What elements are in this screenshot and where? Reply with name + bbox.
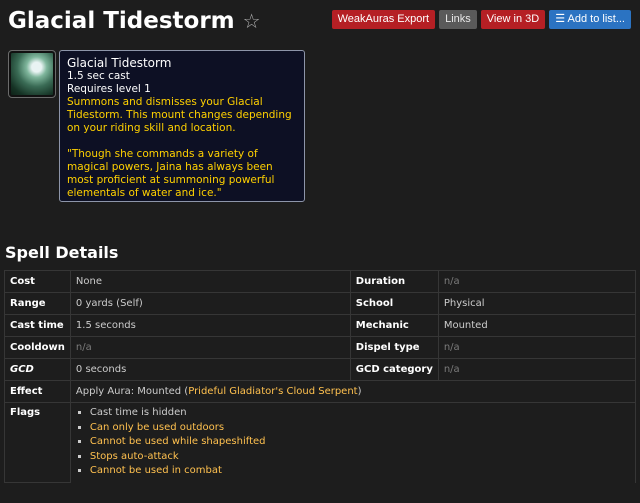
- add-to-list-label: Add to list...: [567, 13, 625, 25]
- table-row: Effect Apply Aura: Mounted (Prideful Gla…: [4, 380, 637, 403]
- tooltip-spell-name: Glacial Tidestorm: [67, 56, 172, 70]
- flags-value: Cast time is hidden Can only be used out…: [69, 402, 637, 483]
- gcd-category-value: n/a: [437, 358, 637, 381]
- cost-value: None: [69, 270, 351, 293]
- flag-item: Can only be used outdoors: [90, 421, 630, 436]
- mechanic-label: Mechanic: [349, 314, 439, 337]
- effect-prefix: Apply Aura: Mounted (: [75, 386, 189, 397]
- range-label: Range: [4, 292, 71, 315]
- school-value: Physical: [437, 292, 637, 315]
- cooldown-label: Cooldown: [4, 336, 71, 359]
- spell-details-table: Cost None Duration n/a Range 0 yards (Se…: [4, 270, 637, 483]
- table-row: Range 0 yards (Self) School Physical: [4, 292, 637, 315]
- table-row: Cost None Duration n/a: [4, 270, 637, 293]
- page-title: Glacial Tidestorm ☆: [8, 8, 261, 34]
- effect-link[interactable]: Prideful Gladiator's Cloud Serpent: [188, 386, 357, 397]
- tooltip-flavor-text: "Though she commands a variety of magica…: [67, 148, 275, 199]
- cast-time-label: Cast time: [4, 314, 71, 337]
- weakauras-export-button[interactable]: WeakAuras Export: [331, 10, 436, 29]
- table-row: GCD 0 seconds GCD category n/a: [4, 358, 637, 381]
- favorite-star-icon[interactable]: ☆: [243, 9, 261, 33]
- effect-value: Apply Aura: Mounted (Prideful Gladiator'…: [69, 380, 637, 403]
- gcd-value: 0 seconds: [69, 358, 351, 381]
- tooltip-cast-time: 1.5 sec cast: [67, 70, 130, 82]
- cost-label: Cost: [4, 270, 71, 293]
- spell-title: Glacial Tidestorm: [8, 8, 235, 34]
- flags-list: Cast time is hidden Can only be used out…: [76, 406, 630, 479]
- gcd-category-label: GCD category: [349, 358, 439, 381]
- flag-item: Cannot be used in combat: [90, 464, 630, 479]
- duration-label: Duration: [349, 270, 439, 293]
- section-title-spell-details: Spell Details: [5, 243, 119, 262]
- gcd-label: GCD: [4, 358, 71, 381]
- spell-tooltip: Glacial Tidestorm 1.5 sec cast Requires …: [59, 50, 305, 202]
- table-row: Cooldown n/a Dispel type n/a: [4, 336, 637, 359]
- links-button[interactable]: Links: [439, 10, 477, 29]
- school-label: School: [349, 292, 439, 315]
- add-to-list-button[interactable]: ☰ Add to list...: [549, 10, 631, 29]
- flag-item: Stops auto-attack: [90, 450, 630, 465]
- list-icon: ☰: [555, 13, 566, 25]
- table-row: Cast time 1.5 seconds Mechanic Mounted: [4, 314, 637, 337]
- tooltip-requires-level: Requires level 1: [67, 83, 151, 95]
- mechanic-value: Mounted: [437, 314, 637, 337]
- toolbar: WeakAuras Export Links View in 3D ☰ Add …: [331, 10, 631, 29]
- effect-label: Effect: [4, 380, 71, 403]
- tooltip-description: Summons and dismisses your Glacial Tides…: [67, 96, 292, 134]
- range-value: 0 yards (Self): [69, 292, 351, 315]
- dispel-type-label: Dispel type: [349, 336, 439, 359]
- view-in-3d-button[interactable]: View in 3D: [480, 10, 546, 29]
- dispel-type-value: n/a: [437, 336, 637, 359]
- spell-icon[interactable]: [8, 50, 56, 98]
- flag-item: Cast time is hidden: [90, 406, 630, 421]
- effect-suffix: ): [357, 386, 362, 397]
- table-row: Flags Cast time is hidden Can only be us…: [4, 402, 637, 483]
- duration-value: n/a: [437, 270, 637, 293]
- flags-label: Flags: [4, 402, 71, 483]
- cooldown-value: n/a: [69, 336, 351, 359]
- flag-item: Cannot be used while shapeshifted: [90, 435, 630, 450]
- cast-time-value: 1.5 seconds: [69, 314, 351, 337]
